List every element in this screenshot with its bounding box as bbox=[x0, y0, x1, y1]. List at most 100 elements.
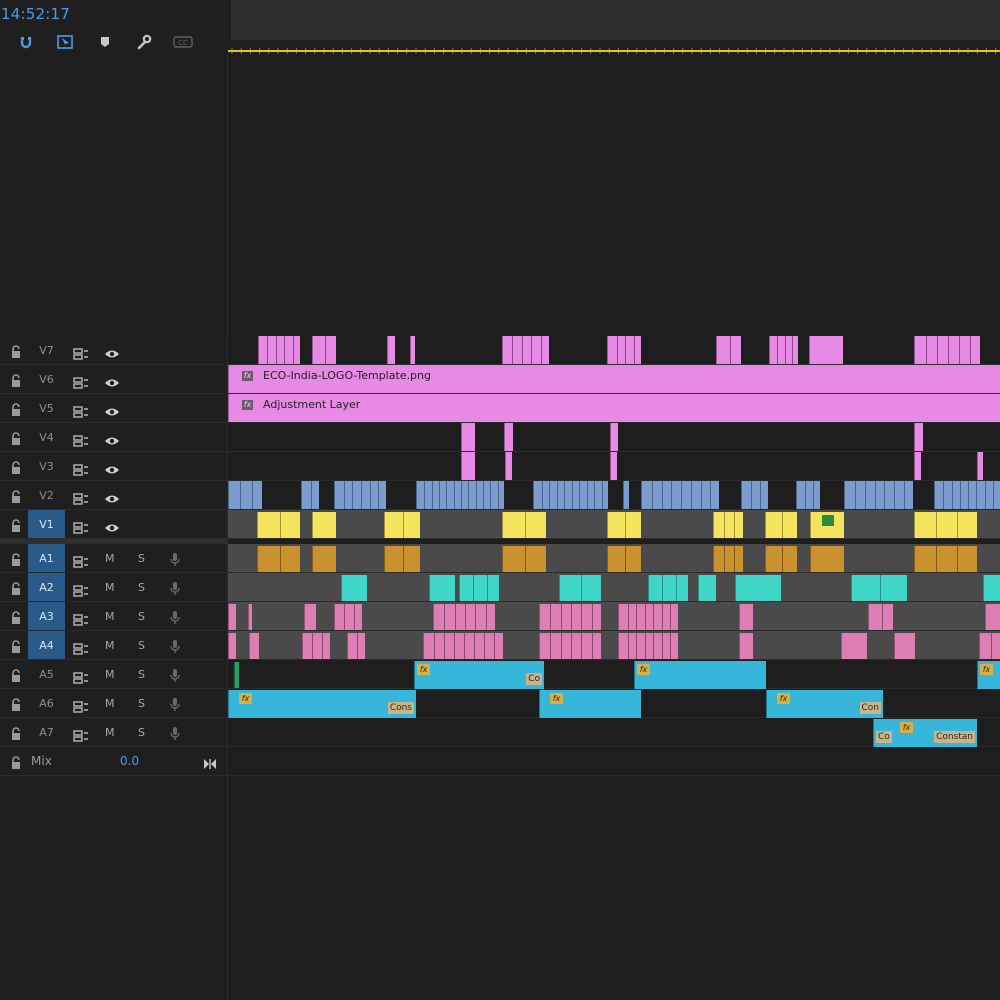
track-name-v1[interactable]: V1 bbox=[28, 510, 65, 538]
solo-button[interactable]: S bbox=[138, 668, 145, 681]
audio-clip[interactable] bbox=[810, 546, 844, 572]
mute-button[interactable]: M bbox=[105, 668, 115, 681]
video-clip[interactable] bbox=[228, 481, 262, 509]
audio-clip[interactable] bbox=[868, 604, 893, 630]
video-clip[interactable] bbox=[713, 512, 743, 538]
mute-button[interactable]: M bbox=[105, 726, 115, 739]
video-clip[interactable] bbox=[914, 336, 980, 364]
video-clip[interactable] bbox=[461, 452, 475, 480]
audio-clip[interactable]: fx bbox=[977, 661, 1000, 689]
mute-button[interactable]: M bbox=[105, 581, 115, 594]
audio-clip[interactable]: fx Cons bbox=[228, 690, 416, 718]
audio-clip[interactable] bbox=[985, 604, 1000, 630]
eye-icon[interactable] bbox=[104, 461, 120, 473]
audio-clip[interactable] bbox=[851, 575, 907, 601]
track-name-a1[interactable]: A1 bbox=[28, 544, 65, 572]
video-clip[interactable] bbox=[914, 452, 921, 480]
lock-icon[interactable] bbox=[10, 755, 22, 769]
video-clip[interactable] bbox=[505, 452, 512, 480]
sync-lock-icon[interactable] bbox=[73, 611, 89, 626]
voiceover-mic-icon[interactable] bbox=[169, 697, 181, 712]
eye-icon[interactable] bbox=[104, 519, 120, 531]
logo-clip[interactable]: fx ECO-India-LOGO-Template.png bbox=[228, 365, 1000, 393]
audio-clip[interactable] bbox=[228, 604, 236, 630]
video-clip[interactable] bbox=[716, 336, 741, 364]
video-clip[interactable] bbox=[257, 512, 300, 538]
audio-clip[interactable] bbox=[559, 575, 601, 601]
lock-icon[interactable] bbox=[10, 460, 22, 474]
video-clip[interactable] bbox=[416, 481, 504, 509]
audio-clip[interactable] bbox=[713, 546, 743, 572]
sync-lock-icon[interactable] bbox=[73, 553, 89, 568]
mute-button[interactable]: M bbox=[105, 697, 115, 710]
eye-icon[interactable] bbox=[104, 490, 120, 502]
video-clip[interactable] bbox=[769, 336, 798, 364]
sync-lock-icon[interactable] bbox=[73, 582, 89, 597]
mute-button[interactable]: M bbox=[105, 552, 115, 565]
video-clip[interactable] bbox=[796, 481, 820, 509]
track-name-v6[interactable]: V6 bbox=[28, 365, 65, 393]
audio-clip[interactable] bbox=[433, 604, 495, 630]
track-name-a6[interactable]: A6 bbox=[28, 689, 65, 717]
video-clip[interactable] bbox=[934, 481, 1000, 509]
video-clip[interactable] bbox=[914, 423, 923, 451]
audio-clip[interactable] bbox=[248, 604, 252, 630]
track-name-a5[interactable]: A5 bbox=[28, 660, 65, 688]
track-name-a2[interactable]: A2 bbox=[28, 573, 65, 601]
video-clip[interactable] bbox=[258, 336, 300, 364]
video-clip[interactable] bbox=[977, 452, 983, 480]
audio-clip[interactable] bbox=[429, 575, 455, 601]
audio-clip[interactable] bbox=[739, 604, 753, 630]
audio-clip[interactable] bbox=[341, 575, 367, 601]
video-clip[interactable] bbox=[312, 512, 336, 538]
track-name-a4[interactable]: A4 bbox=[28, 631, 65, 659]
lock-icon[interactable] bbox=[10, 610, 22, 624]
audio-clip[interactable]: Co fx Constan bbox=[873, 719, 977, 747]
voiceover-mic-icon[interactable] bbox=[169, 552, 181, 567]
lock-icon[interactable] bbox=[10, 552, 22, 566]
video-clip[interactable] bbox=[301, 481, 319, 509]
audio-clip[interactable] bbox=[618, 604, 678, 630]
audio-clip[interactable] bbox=[648, 575, 688, 601]
lock-icon[interactable] bbox=[10, 518, 22, 532]
bowtie-collapse-icon[interactable] bbox=[203, 755, 217, 769]
sync-lock-icon[interactable] bbox=[73, 519, 89, 534]
lock-icon[interactable] bbox=[10, 402, 22, 416]
sync-lock-icon[interactable] bbox=[73, 461, 89, 476]
track-name-a7[interactable]: A7 bbox=[28, 718, 65, 746]
lock-icon[interactable] bbox=[10, 697, 22, 711]
sync-lock-icon[interactable] bbox=[73, 490, 89, 505]
lock-icon[interactable] bbox=[10, 639, 22, 653]
video-clip[interactable] bbox=[809, 336, 843, 364]
audio-clip[interactable] bbox=[304, 604, 316, 630]
video-clip[interactable] bbox=[765, 512, 797, 538]
audio-clip[interactable]: fx Co bbox=[414, 661, 544, 689]
video-clip[interactable] bbox=[410, 336, 415, 364]
video-clip[interactable] bbox=[607, 512, 641, 538]
lock-icon[interactable] bbox=[10, 431, 22, 445]
audio-clip[interactable]: fx bbox=[539, 690, 641, 718]
audio-clip[interactable] bbox=[765, 546, 797, 572]
audio-clip[interactable] bbox=[841, 633, 867, 659]
solo-button[interactable]: S bbox=[138, 639, 145, 652]
video-clip[interactable] bbox=[312, 336, 336, 364]
video-clip[interactable] bbox=[610, 423, 618, 451]
voiceover-mic-icon[interactable] bbox=[169, 639, 181, 654]
solo-button[interactable]: S bbox=[138, 552, 145, 565]
sync-lock-icon[interactable] bbox=[73, 345, 89, 360]
audio-clip[interactable] bbox=[384, 546, 420, 572]
voiceover-mic-icon[interactable] bbox=[169, 610, 181, 625]
sync-lock-icon[interactable] bbox=[73, 403, 89, 418]
audio-clip[interactable] bbox=[334, 604, 362, 630]
lock-icon[interactable] bbox=[10, 581, 22, 595]
sync-lock-icon[interactable] bbox=[73, 432, 89, 447]
adjustment-layer-clip[interactable]: fx Adjustment Layer bbox=[228, 394, 1000, 422]
audio-clip[interactable] bbox=[914, 546, 977, 572]
audio-clip[interactable] bbox=[539, 604, 601, 630]
mute-button[interactable]: M bbox=[105, 639, 115, 652]
solo-button[interactable]: S bbox=[138, 726, 145, 739]
sync-lock-icon[interactable] bbox=[73, 374, 89, 389]
sync-lock-icon[interactable] bbox=[73, 640, 89, 655]
audio-clip[interactable] bbox=[618, 633, 678, 659]
audio-clip[interactable] bbox=[228, 633, 236, 659]
